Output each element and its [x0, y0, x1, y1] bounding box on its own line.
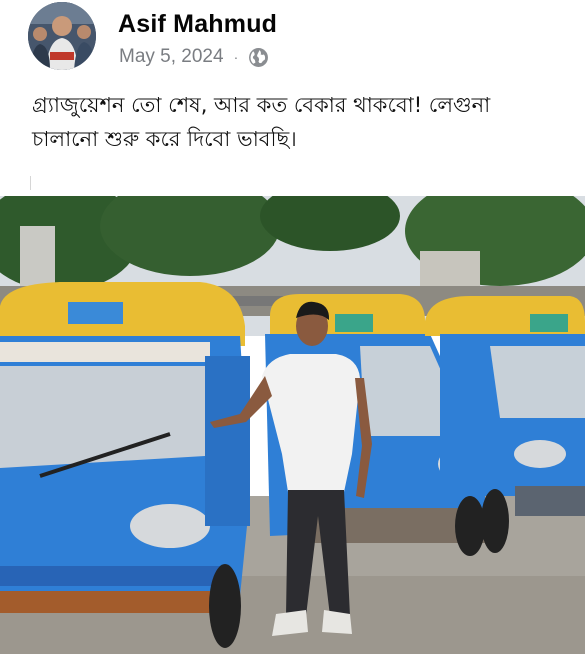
meta-separator: · [233, 49, 239, 65]
facebook-post: Asif Mahmud May 5, 2024 · গ্র্যাজুয়েশন … [0, 0, 585, 654]
caption-line: চালানো শুরু করে দিবো ভাবছি। [32, 127, 297, 151]
globe-icon[interactable] [248, 47, 269, 68]
author-name[interactable]: Asif Mahmud [118, 10, 277, 39]
caption-line: গ্র্যাজুয়েশন তো শেষ, আর কত বেকার থাকবো!… [32, 93, 491, 117]
post-caption: গ্র্যাজুয়েশন তো শেষ, আর কত বেকার থাকবো!… [32, 88, 572, 156]
divider [30, 176, 31, 190]
avatar-image [28, 2, 96, 70]
post-photo[interactable] [0, 196, 585, 654]
post-meta: May 5, 2024 · [119, 46, 269, 68]
leguna-photo [0, 196, 585, 654]
avatar[interactable] [28, 2, 96, 70]
post-date[interactable]: May 5, 2024 [119, 46, 224, 68]
post-header: Asif Mahmud May 5, 2024 · [0, 0, 585, 80]
